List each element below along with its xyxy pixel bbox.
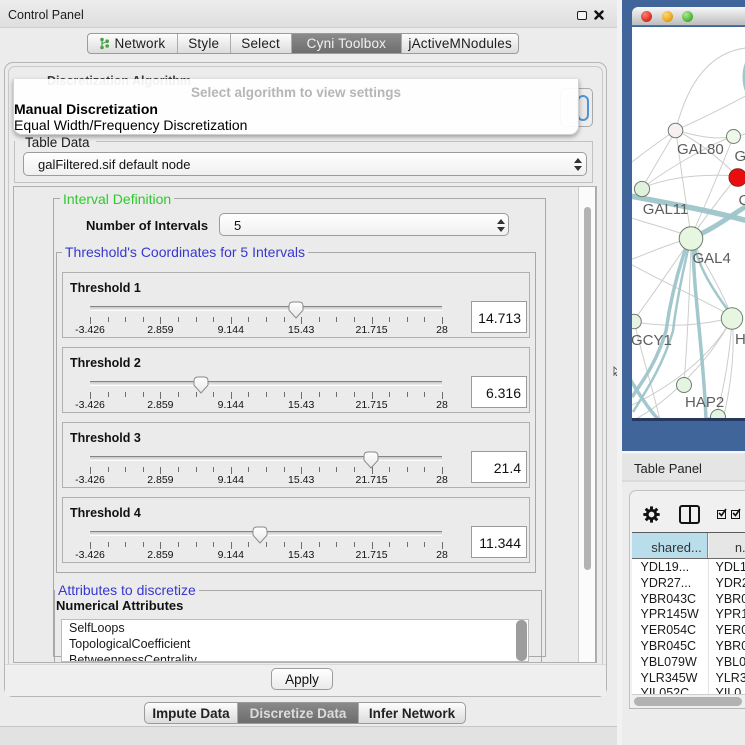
svg-text:GAL11: GAL11	[642, 201, 688, 218]
svg-text:GAL4: GAL4	[692, 250, 730, 267]
svg-text:CD: CD	[738, 192, 745, 209]
svg-text:GAL80: GAL80	[677, 141, 724, 158]
svg-text:HAP2: HAP2	[685, 394, 724, 411]
svg-text:HI: HI	[735, 331, 745, 348]
svg-text:GA: GA	[734, 148, 745, 165]
svg-text:GCY1: GCY1	[632, 332, 672, 349]
